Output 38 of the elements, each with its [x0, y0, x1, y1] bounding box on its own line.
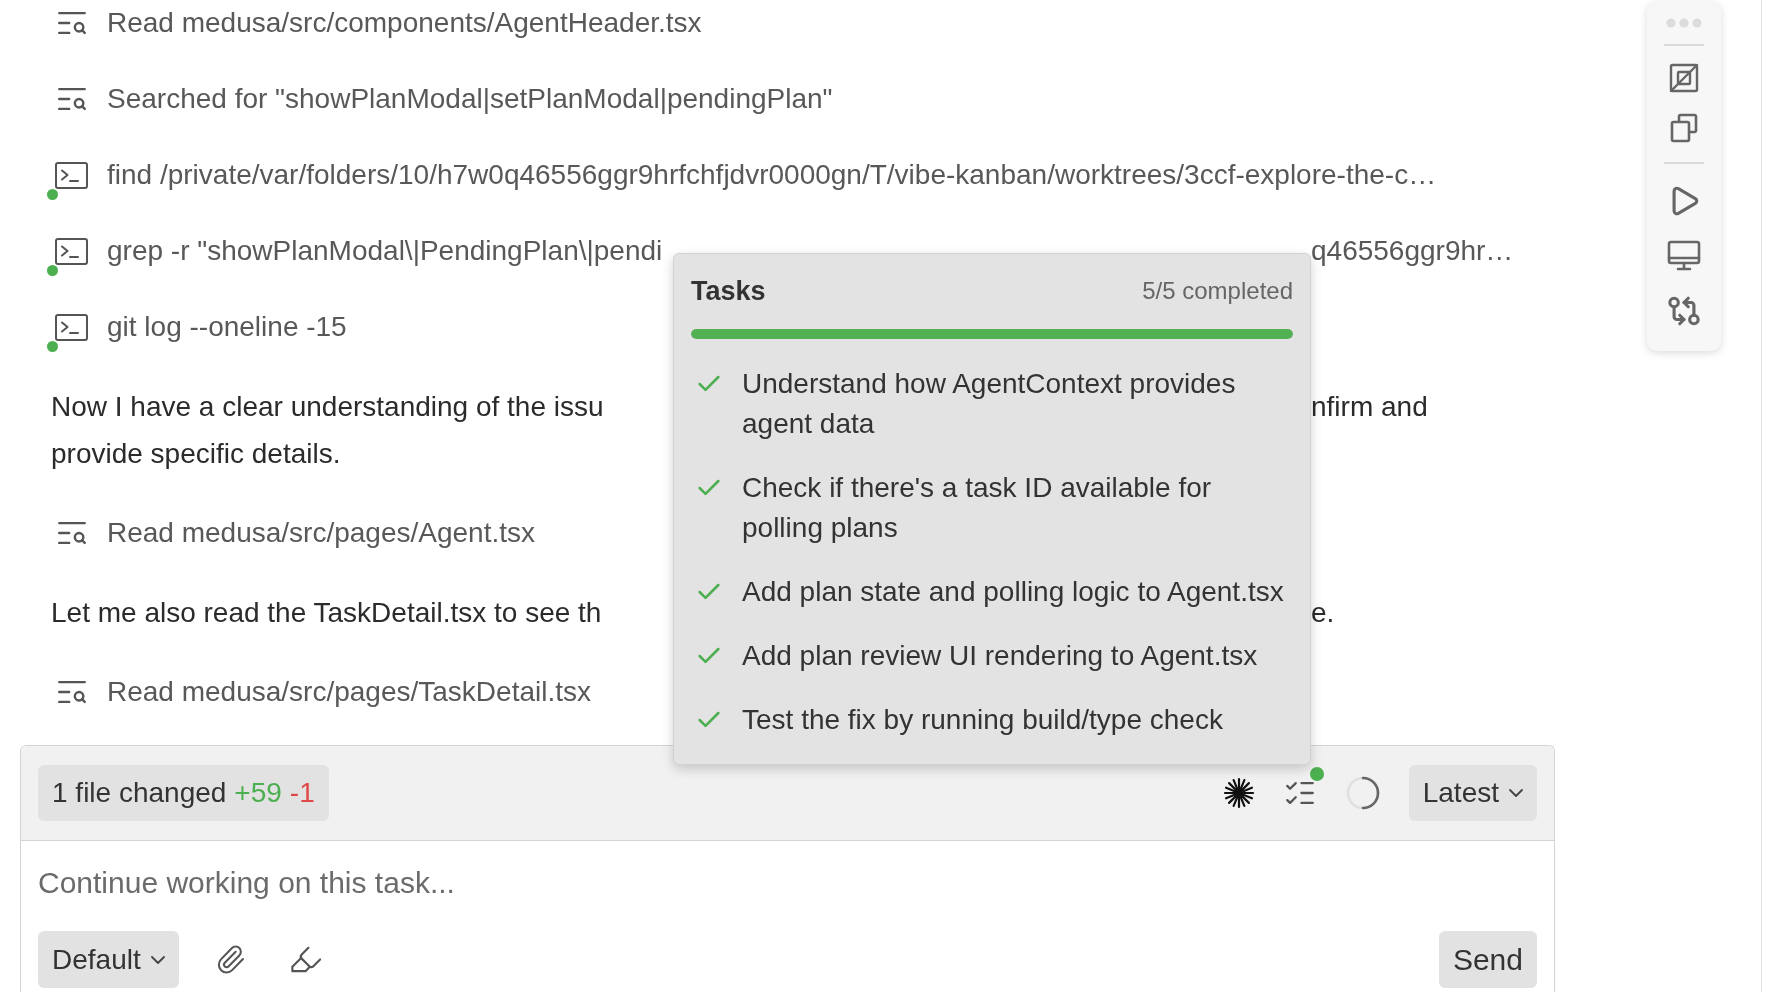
tool-log-text: Searched for "showPlanModal|setPlanModal|pendingPlan" [107, 82, 833, 116]
message-text: e. [1311, 596, 1335, 630]
monitor-icon[interactable] [1667, 240, 1701, 272]
chevron-down-icon [1509, 789, 1523, 797]
diff-summary-button[interactable]: 1 file changed +59 -1 [38, 765, 329, 821]
terminal-icon [55, 313, 88, 341]
message-text: provide specific details. [51, 437, 341, 471]
slashed-squares-icon[interactable] [1668, 62, 1700, 94]
message-input[interactable]: Continue working on this task... [24, 849, 1551, 917]
terminal-icon [55, 161, 88, 189]
view-select-button[interactable]: Latest [1408, 765, 1537, 821]
tool-log-text: Read medusa/src/pages/TaskDetail.tsx [107, 675, 591, 709]
tool-log-text: grep -r "showPlanModal\|PendingPlan\|pendi [107, 234, 663, 268]
tool-log-text: Read medusa/src/components/AgentHeader.tsx [107, 6, 702, 40]
task-item-text: Understand how AgentContext provides agent data [742, 367, 1237, 441]
task-item-text: Add plan review UI rendering to Agent.tsx [742, 639, 1258, 673]
terminal-icon [55, 237, 88, 265]
send-button[interactable]: Send [1438, 931, 1537, 988]
completion-count: 5/5 completed [1142, 276, 1293, 306]
more-dots-icon[interactable] [1666, 18, 1702, 28]
task-item-text: Test the fix by running build/type check [742, 703, 1223, 737]
tool-log-text: Read medusa/src/pages/Agent.tsx [107, 516, 535, 550]
git-compare-icon[interactable] [1667, 294, 1701, 328]
tool-log-text: git log --oneline -15 [107, 310, 347, 344]
tool-log-text: find /private/var/folders/10/h7w0q46556ggr9hrfchfjdvr0000gn/T/vibe-kanban/worktrees/3ccf-explore-the-c… [107, 158, 1437, 192]
popover-title: Tasks [691, 274, 766, 308]
task-item-text: Add plan state and polling logic to Agent.tsx [742, 575, 1284, 609]
tool-log-text: q46556ggr9hr… [1311, 234, 1514, 268]
mode-select-button[interactable]: Default [38, 931, 179, 988]
message-composer[interactable]: 1 file changed +59 -1 Latest Continue working on this task... Default Send [20, 745, 1555, 992]
chevron-down-icon [150, 955, 165, 964]
message-text: nfirm and [1311, 390, 1428, 424]
loading-spinner-icon [1344, 775, 1381, 811]
message-text: Let me also read the TaskDetail.tsx to see th [51, 596, 602, 630]
task-item-text: Check if there's a task ID available for polling plans [742, 471, 1213, 545]
message-text: Now I have a clear understanding of the issu [51, 390, 604, 424]
starburst-icon[interactable] [1222, 777, 1255, 809]
copy-icon[interactable] [1668, 112, 1700, 144]
